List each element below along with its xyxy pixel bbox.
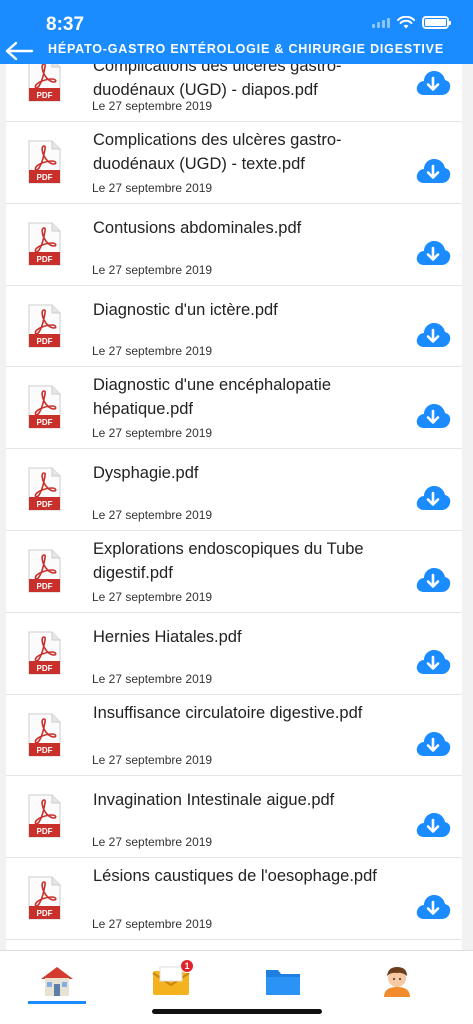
file-date: Le 27 septembre 2019 <box>92 262 213 277</box>
file-title: Complications des ulcères gastro-duodéna… <box>93 64 342 99</box>
pdf-label: PDF <box>37 337 53 346</box>
pdf-file-icon: PDF <box>28 713 61 757</box>
file-row[interactable]: PDF Diagnostic d'une encéphalopatie hépat… <box>6 367 462 450</box>
cloud-download-icon[interactable] <box>415 647 451 675</box>
pdf-label: PDF <box>37 909 53 918</box>
pdf-file-icon: PDF <box>28 140 61 184</box>
cloud-download-icon[interactable] <box>415 483 451 511</box>
file-date: Le 27 septembre 2019 <box>92 589 213 604</box>
cloud-download-icon[interactable] <box>415 156 451 184</box>
file-title: Complications des ulcères gastro-duodéna… <box>93 131 342 173</box>
home-indicator <box>152 1009 322 1014</box>
tab-home[interactable] <box>32 961 82 1001</box>
active-tab-indicator <box>28 1001 86 1004</box>
pdf-file-icon: PDF <box>28 64 61 102</box>
status-time: 8:37 <box>46 14 85 35</box>
signal-icon <box>372 17 390 28</box>
file-title: Lésions caustiques de l'oesophage.pdf <box>93 867 377 886</box>
file-date: Le 27 septembre 2019 <box>92 916 213 931</box>
file-row[interactable]: PDF Insuffisance circulatoire digestive.p… <box>6 694 462 777</box>
tab-profile[interactable] <box>372 961 422 1001</box>
file-date: Le 27 septembre 2019 <box>92 426 213 441</box>
pdf-file-icon: PDF <box>28 385 61 429</box>
file-row[interactable]: PDF Complications des ulcères gastro-duod… <box>6 64 462 122</box>
pdf-label: PDF <box>37 418 53 427</box>
file-title: Diagnostic d'une encéphalopatie hépatiqu… <box>93 376 331 419</box>
file-date: Le 27 septembre 2019 <box>92 344 213 359</box>
file-row[interactable]: PDF Explorations endoscopiques du Tube di… <box>6 530 462 613</box>
folder-icon <box>266 970 300 995</box>
file-title: Insuffisance circulatoire digestive.pdf <box>93 703 363 722</box>
avatar-icon <box>384 967 410 997</box>
file-row[interactable]: PDF Dysphagie.pdf Le 27 septembre 2019 <box>6 449 462 531</box>
file-row[interactable]: PDF Diagnostic d'un ictère.pdf Le 27 septe… <box>6 285 462 368</box>
file-title: Hernies Hiatales.pdf <box>93 627 242 646</box>
pdf-file-icon: PDF <box>28 549 61 593</box>
file-date: Le 27 septembre 2019 <box>92 835 213 850</box>
status-icons <box>372 16 451 29</box>
pdf-label: PDF <box>37 173 53 182</box>
file-date: Le 27 septembre 2019 <box>92 507 213 522</box>
pdf-label: PDF <box>37 746 53 755</box>
pdf-label: PDF <box>37 664 53 673</box>
file-date: Le 27 septembre 2019 <box>92 753 213 768</box>
file-list: PDF Complications des ulcères gastro-duod… <box>6 64 462 950</box>
pdf-file-icon: PDF <box>28 794 61 838</box>
battery-icon <box>422 16 451 29</box>
file-title: Diagnostic d'un ictère.pdf <box>93 300 278 319</box>
tab-documents[interactable] <box>258 961 308 1001</box>
pdf-label: PDF <box>37 91 53 100</box>
page-title: HÉPATO-GASTRO ENTÉROLOGIE & CHIRURGIE DI… <box>48 42 444 56</box>
pdf-label: PDF <box>37 255 53 264</box>
messages-badge: 1 <box>180 959 194 973</box>
cloud-download-icon[interactable] <box>415 810 451 838</box>
pdf-file-icon: PDF <box>28 304 61 348</box>
tab-messages[interactable]: 1 <box>146 959 196 1001</box>
cloud-download-icon[interactable] <box>415 729 451 757</box>
cloud-download-icon[interactable] <box>415 68 451 96</box>
cloud-download-icon[interactable] <box>415 892 451 920</box>
file-row[interactable]: PDF Invagination Intestinale aigue.pdf Le … <box>6 776 462 859</box>
file-title: Contusions abdominales.pdf <box>93 218 302 237</box>
file-date: Le 27 septembre 2019 <box>92 671 213 686</box>
file-date: Le 27 septembre 2019 <box>92 99 213 113</box>
home-icon <box>41 967 73 996</box>
file-date: Le 27 septembre 2019 <box>92 180 213 195</box>
file-row[interactable]: PDF Lésions caustiques de l'oesophage.pdf… <box>6 858 462 940</box>
app-header: 8:37 HÉPATO-GASTRO ENTÉROLOGIE & CHIRURG… <box>0 0 473 64</box>
pdf-file-icon: PDF <box>28 222 61 266</box>
pdf-file-icon: PDF <box>28 631 61 675</box>
file-title: Explorations endoscopiques du Tube diges… <box>93 539 364 582</box>
pdf-label: PDF <box>37 500 53 509</box>
pdf-label: PDF <box>37 827 53 836</box>
pdf-file-icon: PDF <box>28 876 61 920</box>
file-title: Dysphagie.pdf <box>93 464 199 483</box>
cloud-download-icon[interactable] <box>415 238 451 266</box>
file-row[interactable]: PDF Complications des ulcères gastro-duod… <box>6 122 462 204</box>
pdf-file-icon: PDF <box>28 467 61 511</box>
cloud-download-icon[interactable] <box>415 565 451 593</box>
cloud-download-icon[interactable] <box>415 401 451 429</box>
back-arrow-icon[interactable] <box>4 40 34 62</box>
cloud-download-icon[interactable] <box>415 320 451 348</box>
file-title: Invagination Intestinale aigue.pdf <box>93 791 335 810</box>
file-row[interactable]: PDF Hernies Hiatales.pdf Le 27 septembre 2… <box>6 612 462 695</box>
pdf-label: PDF <box>37 582 53 591</box>
file-row[interactable]: PDF Contusions abdominales.pdf Le 27 septe… <box>6 203 462 286</box>
wifi-icon <box>397 16 415 29</box>
